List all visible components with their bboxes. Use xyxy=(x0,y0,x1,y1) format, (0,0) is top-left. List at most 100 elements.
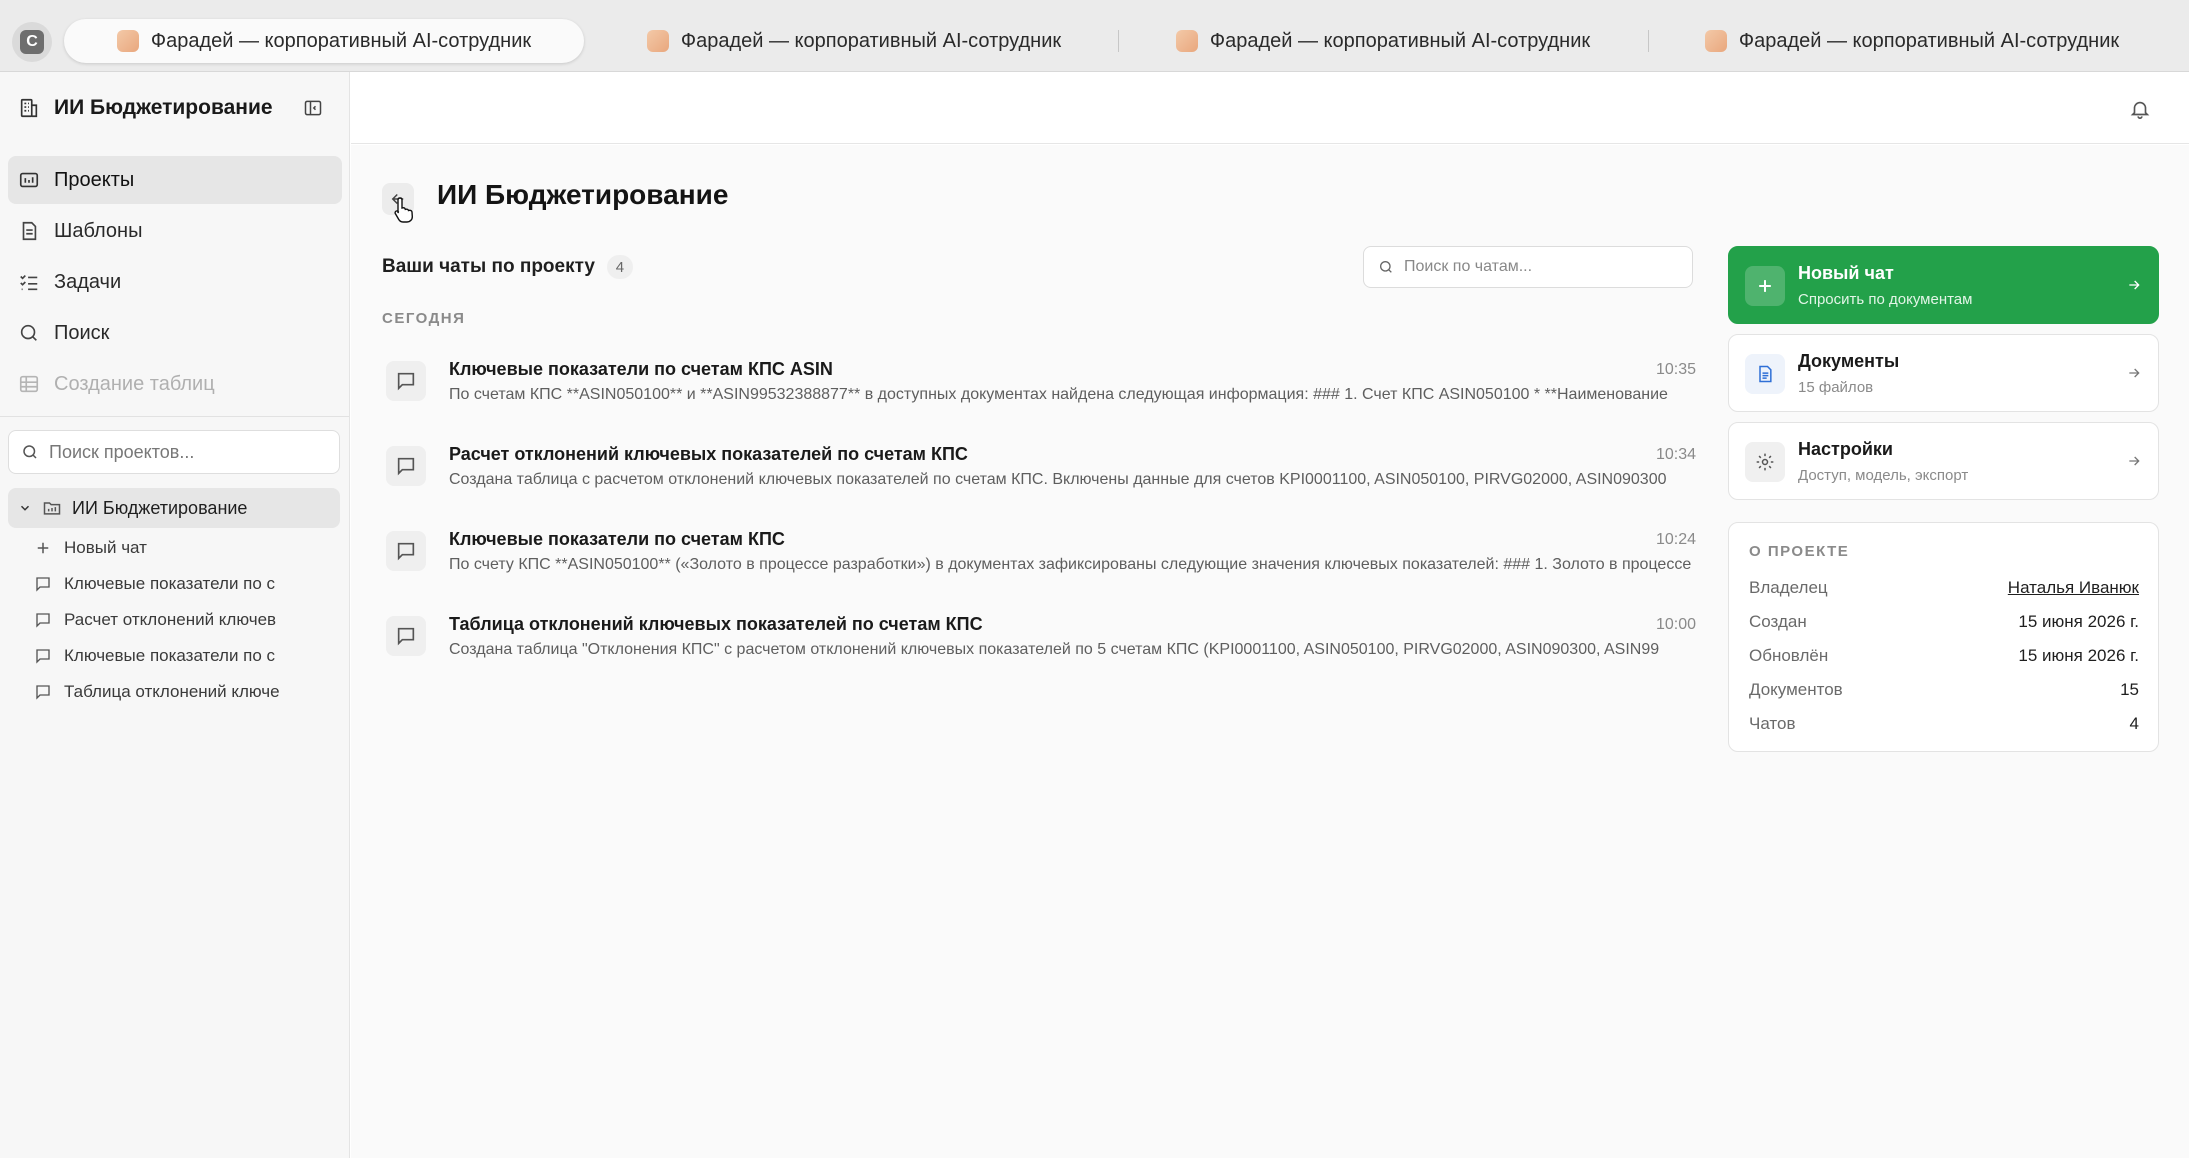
chat-item-icon-wrap xyxy=(386,446,426,486)
browser-tab-2[interactable]: Фарадей — корпоративный AI-сотрудник xyxy=(594,19,1114,63)
sidebar-chat-label: Таблица отклонений ключе xyxy=(64,682,280,701)
nav-item-templates[interactable]: Шаблоны xyxy=(8,207,342,255)
project-chat-list: Новый чат Ключевые показатели по с Расче… xyxy=(34,530,340,710)
sidebar-chat-label: Ключевые показатели по с xyxy=(64,574,276,593)
chat-list: Ключевые показатели по счетам КПС ASIN 1… xyxy=(386,349,1696,689)
sidebar-chat-item[interactable]: Расчет отклонений ключев xyxy=(34,602,340,638)
browser-tab-1[interactable]: Фарадей — корпоративный AI-сотрудник xyxy=(64,19,584,63)
chat-bubble-icon xyxy=(36,649,50,664)
documents-title: Документы xyxy=(1798,351,1900,371)
about-value: 15 июня 2026 г. xyxy=(2018,646,2139,665)
about-key: Обновлён xyxy=(1749,646,1829,665)
mouse-pointer-hand-icon xyxy=(394,197,413,223)
new-chat-title: Новый чат xyxy=(1798,263,1894,283)
tab-title: Фарадей — корпоративный AI-сотрудник xyxy=(150,29,532,52)
sidebar-new-chat[interactable]: Новый чат xyxy=(34,530,340,566)
nav-item-label: Шаблоны xyxy=(54,219,143,242)
tab-separator xyxy=(1648,30,1649,52)
sidebar: ИИ Бюджетирование Проекты Шаблоны Задачи xyxy=(0,72,350,1158)
sidebar-collapse-icon[interactable] xyxy=(303,98,323,118)
new-chat-card[interactable]: Новый чат Спросить по документам xyxy=(1728,246,2159,324)
about-project-card: О ПРОЕКТЕ Владелец Наталья Иванюк Создан… xyxy=(1728,522,2159,752)
chat-snippet: По счетам КПС **ASIN050100** и **ASIN995… xyxy=(449,386,1668,403)
tab-title: Фарадей — корпоративный AI-сотрудник xyxy=(1738,29,2120,52)
nav-item-projects[interactable]: Проекты xyxy=(8,156,342,204)
sidebar-chat-item[interactable]: Ключевые показатели по с xyxy=(34,566,340,602)
about-row-created: Создан 15 июня 2026 г. xyxy=(1749,609,2139,635)
chat-snippet: Создана таблица с расчетом отклонений кл… xyxy=(449,471,1667,488)
documents-icon-wrap xyxy=(1745,354,1785,394)
search-icon xyxy=(20,324,37,341)
about-value: 15 xyxy=(2120,680,2139,699)
settings-title: Настройки xyxy=(1798,439,1893,459)
project-search-input[interactable] xyxy=(49,441,329,463)
owner-link[interactable]: Наталья Иванюк xyxy=(2008,578,2139,598)
chat-time: 10:35 xyxy=(1655,361,1696,378)
sidebar-divider xyxy=(0,416,349,417)
chat-time: 10:00 xyxy=(1655,616,1696,633)
sidebar-chat-item[interactable]: Таблица отклонений ключе xyxy=(34,674,340,710)
nav-item-label: Задачи xyxy=(54,270,122,293)
gear-icon xyxy=(1756,453,1774,471)
new-chat-icon-wrap xyxy=(1745,266,1785,306)
chevron-down-icon[interactable] xyxy=(18,501,32,515)
project-search-box xyxy=(8,430,340,474)
chat-time: 10:34 xyxy=(1655,446,1696,463)
faraday-favicon-icon xyxy=(1704,30,1727,52)
chat-bubble-icon xyxy=(397,627,415,646)
sidebar-header: ИИ Бюджетирование xyxy=(0,72,349,144)
about-key: Чатов xyxy=(1749,714,1796,733)
chat-time: 10:24 xyxy=(1655,531,1696,548)
browser-tab-4[interactable]: Фарадей — корпоративный AI-сотрудник xyxy=(1652,19,2172,63)
chat-bubble-icon xyxy=(36,577,50,592)
nav-item-search[interactable]: Поиск xyxy=(8,309,342,357)
building-icon xyxy=(20,98,38,118)
settings-card[interactable]: Настройки Доступ, модель, экспорт xyxy=(1728,422,2159,500)
sidebar-nav: Проекты Шаблоны Задачи Поиск Создание та… xyxy=(8,156,342,411)
chat-bubble-icon xyxy=(397,542,415,561)
chats-count-badge: 4 xyxy=(606,255,633,279)
notifications-bell-icon[interactable] xyxy=(2129,98,2151,120)
chat-item-icon-wrap xyxy=(386,361,426,401)
table-icon xyxy=(19,375,39,393)
chat-list-item[interactable]: Ключевые показатели по счетам КПС 10:24 … xyxy=(386,519,1696,604)
chat-list-item[interactable]: Ключевые показатели по счетам КПС ASIN 1… xyxy=(386,349,1696,434)
about-key: Документов xyxy=(1749,680,1843,699)
documents-card[interactable]: Документы 15 файлов xyxy=(1728,334,2159,412)
about-row-updated: Обновлён 15 июня 2026 г. xyxy=(1749,643,2139,669)
app-switcher-button[interactable]: C xyxy=(12,22,52,62)
chat-snippet: По счету КПС **ASIN050100** («Золото в п… xyxy=(449,556,1692,573)
chat-snippet: Создана таблица "Отклонения КПС" с расче… xyxy=(449,641,1660,658)
chat-list-item[interactable]: Таблица отклонений ключевых показателей … xyxy=(386,604,1696,689)
tab-separator xyxy=(1118,30,1119,52)
chat-title: Ключевые показатели по счетам КПС xyxy=(449,529,785,549)
settings-subtitle: Доступ, модель, экспорт xyxy=(1798,467,1969,484)
nav-item-label: Поиск xyxy=(54,321,110,344)
tasks-icon xyxy=(20,274,38,291)
faraday-favicon-icon xyxy=(116,30,139,52)
about-row-owner: Владелец Наталья Иванюк xyxy=(1749,575,2139,601)
project-tree-item[interactable]: ИИ Бюджетирование xyxy=(8,488,340,528)
sidebar-chat-item[interactable]: Ключевые показатели по с xyxy=(34,638,340,674)
chat-bubble-icon xyxy=(36,613,50,628)
templates-icon xyxy=(22,221,37,241)
nav-item-create-tables[interactable]: Создание таблиц xyxy=(8,360,342,408)
project-name: ИИ Бюджетирование xyxy=(72,497,248,518)
page-title: ИИ Бюджетирование xyxy=(437,179,729,210)
nav-item-tasks[interactable]: Задачи xyxy=(8,258,342,306)
workspace-title: ИИ Бюджетирование xyxy=(54,96,273,119)
app-badge-letter: C xyxy=(20,30,44,54)
search-icon xyxy=(23,445,37,459)
faraday-favicon-icon xyxy=(646,30,669,52)
about-heading: О ПРОЕКТЕ xyxy=(1749,543,1850,560)
chat-title: Ключевые показатели по счетам КПС ASIN xyxy=(449,359,833,379)
chat-search-input[interactable] xyxy=(1404,258,1684,276)
browser-tab-3[interactable]: Фарадей — корпоративный AI-сотрудник xyxy=(1123,19,1643,63)
arrow-right-icon xyxy=(2129,368,2140,378)
chat-title: Расчет отклонений ключевых показателей п… xyxy=(449,444,968,464)
chat-list-item[interactable]: Расчет отклонений ключевых показателей п… xyxy=(386,434,1696,519)
faraday-favicon-icon xyxy=(1175,30,1198,52)
chat-item-icon-wrap xyxy=(386,616,426,656)
about-row-chats: Чатов 4 xyxy=(1749,711,2139,737)
folder-icon xyxy=(43,502,61,515)
